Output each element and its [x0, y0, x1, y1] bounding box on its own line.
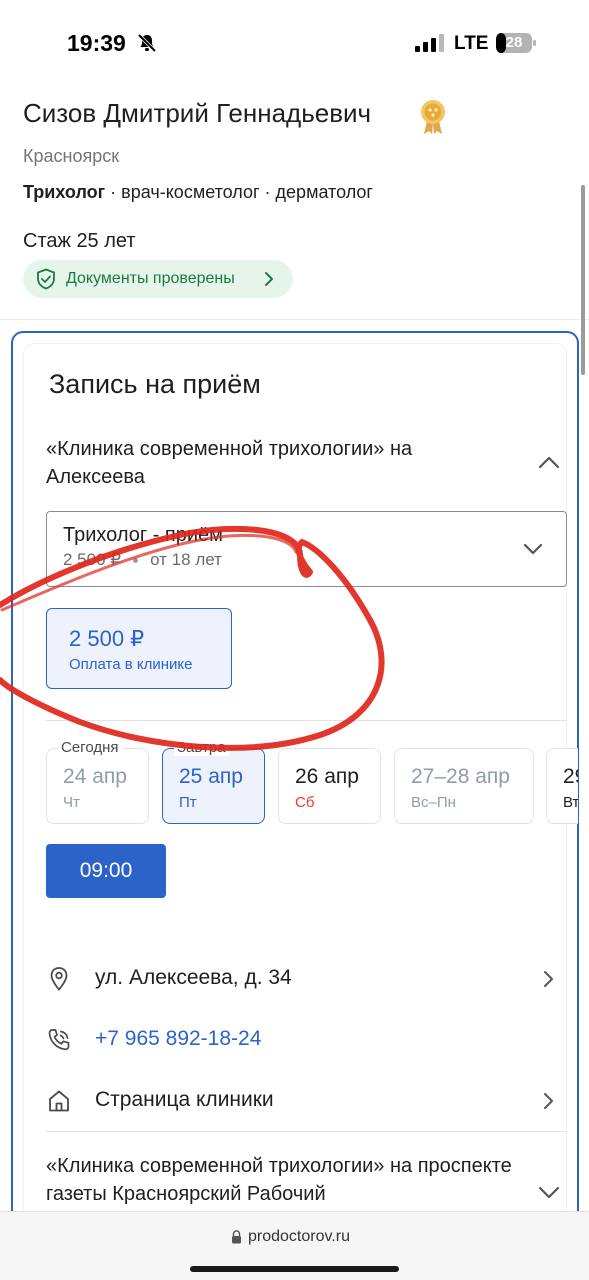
service-details: 2 500 ₽ от 18 лет	[63, 550, 222, 570]
day-date: 26 апр	[295, 765, 359, 788]
address-row[interactable]: ул. Алексеева, д. 34	[46, 958, 567, 998]
status-bar: 19:39 LTE 28	[0, 0, 589, 84]
clinic-name[interactable]: «Клиника современной трихологии» на Алек…	[46, 435, 496, 491]
day-27-28[interactable]: 27–28 апр Вс–Пн	[394, 748, 534, 824]
clinic-page-label: Страница клиники	[95, 1088, 274, 1111]
chevron-right-icon	[544, 1093, 553, 1109]
day-today[interactable]: Сегодня 24 апр Чт	[46, 739, 149, 824]
day-weekday: Чт	[63, 794, 80, 811]
location-pin-icon	[50, 967, 68, 991]
documents-verified-badge[interactable]: Документы проверены	[23, 260, 293, 298]
home-indicator[interactable]	[190, 1266, 399, 1272]
service-select[interactable]: Трихолог - приём 2 500 ₽ от 18 лет	[46, 511, 567, 587]
chevron-right-icon	[544, 971, 553, 987]
phone-row[interactable]: +7 965 892-18-24	[46, 1019, 567, 1059]
home-icon	[49, 1090, 69, 1112]
doctor-header: Сизов Дмитрий Геннадьевич Красноярск Три…	[0, 84, 589, 320]
price-amount: 2 500 ₽	[69, 626, 145, 651]
day-date: 29	[563, 765, 578, 788]
status-time: 19:39	[67, 30, 126, 56]
browser-url-bar[interactable]: prodoctorov.ru	[0, 1211, 589, 1280]
day-weekday: Пт	[179, 794, 197, 811]
other-specialties: · врач-косметолог · дерматолог	[105, 182, 373, 202]
doctor-specialties: Трихолог · врач-косметолог · дерматолог	[23, 182, 373, 203]
phone-icon	[48, 1029, 70, 1051]
documents-verified-label: Документы проверены	[66, 270, 235, 287]
service-price: 2 500 ₽	[63, 550, 122, 569]
booking-card: Запись на приём «Клиника современной три…	[11, 331, 579, 1231]
doctor-city: Красноярск	[23, 146, 120, 166]
next-clinic-name[interactable]: «Клиника современной трихологии» на прос…	[46, 1152, 516, 1208]
clinic-page-row[interactable]: Страница клиники	[46, 1080, 567, 1120]
day-weekday: Вт	[563, 794, 578, 811]
day-date: 25 апр	[179, 765, 243, 788]
doctor-experience: Стаж 25 лет	[23, 230, 136, 252]
battery-level: 28	[505, 34, 523, 51]
address-text: ул. Алексеева, д. 34	[95, 966, 292, 989]
page-scrollbar[interactable]	[581, 185, 585, 375]
day-tomorrow[interactable]: Завтра 25 апр Пт	[162, 739, 265, 824]
day-date: 24 апр	[63, 765, 127, 788]
day-29[interactable]: 29 Вт	[546, 748, 578, 824]
day-tag: Завтра	[174, 739, 229, 756]
url-text: prodoctorov.ru	[248, 1228, 350, 1245]
bell-muted-icon	[137, 33, 157, 53]
payment-note: Оплата в клинике	[69, 656, 193, 673]
day-weekday: Вс–Пн	[411, 794, 456, 811]
award-medal-icon	[421, 100, 445, 134]
service-name: Трихолог - приём	[63, 524, 223, 546]
divider	[46, 720, 567, 721]
booking-title: Запись на приём	[49, 369, 261, 399]
date-picker: Сегодня 24 апр Чт Завтра 25 апр Пт 26 ап…	[46, 738, 578, 828]
phone-link[interactable]: +7 965 892-18-24	[95, 1027, 261, 1051]
chevron-up-icon[interactable]	[538, 455, 560, 469]
main-specialty: Трихолог	[23, 182, 106, 202]
day-weekday: Сб	[295, 794, 315, 811]
service-age: от 18 лет	[150, 550, 222, 569]
chevron-down-icon[interactable]	[538, 1186, 560, 1200]
signal-icon	[415, 34, 444, 52]
chevron-down-icon	[523, 543, 543, 555]
price-option[interactable]: 2 500 ₽ Оплата в клинике	[46, 608, 232, 689]
divider	[46, 1131, 567, 1132]
shield-check-icon	[37, 268, 55, 290]
doctor-name: Сизов Дмитрий Геннадьевич	[23, 98, 372, 128]
day-26[interactable]: 26 апр Сб	[278, 748, 381, 824]
booking-card-inner: Запись на приём «Клиника современной три…	[24, 344, 578, 1224]
network-type: LTE	[454, 33, 489, 54]
day-date: 27–28 апр	[411, 765, 510, 788]
separator-dot	[133, 558, 139, 564]
chevron-right-icon	[265, 272, 273, 286]
lock-icon	[232, 1230, 241, 1244]
day-tag: Сегодня	[58, 739, 122, 756]
time-slot-button[interactable]: 09:00	[46, 844, 166, 898]
